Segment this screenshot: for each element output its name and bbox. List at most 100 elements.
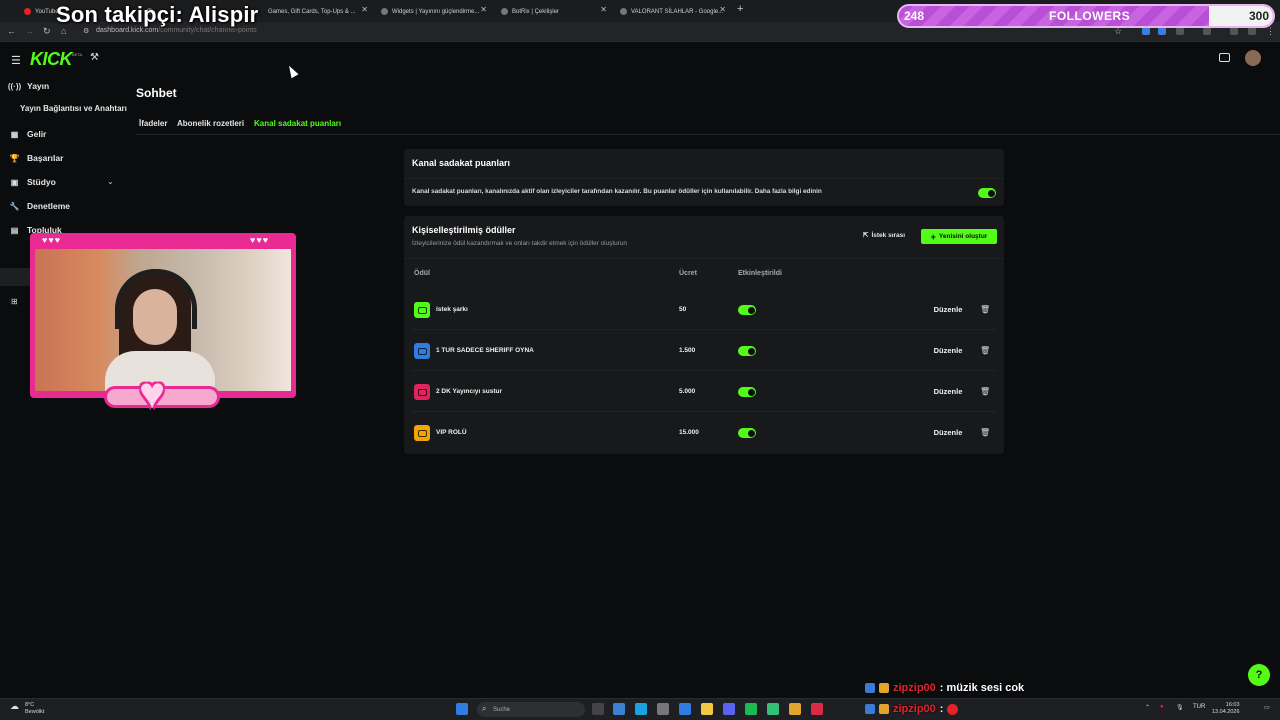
back-icon[interactable]: ← <box>7 26 16 36</box>
tab-label: BotRix | Çekilişler <box>512 8 559 15</box>
chrome-icon[interactable] <box>789 703 801 715</box>
file-explorer-icon[interactable] <box>701 703 713 715</box>
tab-channel-points[interactable]: Kanal sadakat puanları <box>254 119 341 128</box>
sidebar-item-yayin[interactable]: ((·)) Yayın <box>8 81 49 91</box>
new-tab-button[interactable]: + <box>737 3 743 15</box>
creator-tools-icon[interactable]: ⚒ <box>90 52 99 63</box>
taskbar-clock[interactable]: 16:03 13.04.2026 <box>1212 702 1240 716</box>
url-field[interactable]: dashboard.kick.com/community/chat/channe… <box>96 27 257 34</box>
spotify-icon[interactable] <box>745 703 757 715</box>
edit-reward-button[interactable]: Düzenle <box>927 342 969 359</box>
browser-tab[interactable]: Widgets | Yayınını güçlendirme... ✕ <box>375 3 493 20</box>
column-header-cost: Ücret <box>679 270 697 277</box>
button-label: Yenisini oluştur <box>938 233 988 240</box>
trash-icon[interactable]: 🗑 <box>980 346 990 355</box>
avatar[interactable] <box>1245 50 1261 66</box>
chat-emote-icon <box>947 703 959 715</box>
sidebar-item-stream-key[interactable]: Yayın Bağlantısı ve Anahtarı <box>20 104 127 113</box>
taskbar: ☁ 8°C Bewölkt ⌕ Suche ⌃ ● 🎙 TUR 16:03 13… <box>0 698 1280 720</box>
extension-icon[interactable] <box>1158 27 1166 35</box>
request-queue-button[interactable]: ⇱ İstek sırası <box>863 231 906 240</box>
create-reward-button[interactable]: + Yenisini oluştur <box>921 229 997 244</box>
help-chat-button[interactable]: ? <box>1248 664 1270 686</box>
trophy-icon: 🏆 <box>9 153 20 163</box>
sidebar-item-denetleme[interactable]: 🔧 Denetleme <box>10 201 70 211</box>
close-tab-icon[interactable]: ✕ <box>361 5 368 14</box>
language-indicator[interactable]: TUR <box>1193 704 1205 710</box>
profile-icon[interactable] <box>1230 27 1238 35</box>
sidebar-item-icon[interactable]: ⊞ <box>11 297 18 306</box>
app-icon[interactable] <box>613 703 625 715</box>
sidebar-item-studyo[interactable]: ▣ Stüdyo <box>10 177 56 187</box>
tab-emotes[interactable]: İfadeler <box>139 119 167 128</box>
follower-goal-bar: 248 FOLLOWERS 300 <box>897 4 1275 28</box>
reward-enabled-toggle[interactable] <box>738 387 756 397</box>
reward-cost: 1.500 <box>679 347 696 354</box>
table-row: istek şarkı 50 Düzenle 🗑 <box>404 289 1004 330</box>
edit-reward-button[interactable]: Düzenle <box>927 383 969 400</box>
menu-icon[interactable]: ☰ <box>11 54 21 67</box>
loyalty-enabled-toggle[interactable] <box>978 188 996 198</box>
edge-icon[interactable] <box>635 703 647 715</box>
chevron-down-icon[interactable]: ⌄ <box>107 177 114 186</box>
heart-icon: ♥ <box>139 369 166 418</box>
trash-icon[interactable]: 🗑 <box>980 428 990 437</box>
reload-icon[interactable]: ↻ <box>43 26 51 37</box>
studio-icon[interactable] <box>1219 53 1230 62</box>
app-icon[interactable] <box>657 703 669 715</box>
trash-icon[interactable]: 🗑 <box>980 387 990 396</box>
browser-tab[interactable]: Games, Gift Cards, Top-Ups & ... ✕ <box>262 3 374 20</box>
reward-icon <box>414 425 430 441</box>
discord-icon[interactable] <box>723 703 735 715</box>
reward-name: istek şarkı <box>436 306 468 313</box>
notification-icon[interactable]: ▭ <box>1264 704 1270 711</box>
tab-label: Widgets | Yayınını güçlendirme... <box>392 8 480 15</box>
reward-enabled-toggle[interactable] <box>738 305 756 315</box>
task-view-icon[interactable] <box>592 703 604 715</box>
button-label: İstek sırası <box>871 231 906 239</box>
sidebar-item-label: Stüdyo <box>27 177 56 187</box>
close-tab-icon[interactable]: ✕ <box>600 5 607 14</box>
card-title: Kişiselleştirilmiş ödüller <box>412 225 516 235</box>
reward-enabled-toggle[interactable] <box>738 346 756 356</box>
trash-icon[interactable]: 🗑 <box>980 305 990 314</box>
tray-app-icon[interactable]: ● <box>1160 704 1164 710</box>
kick-logo[interactable]: KICK <box>30 49 73 70</box>
download-icon[interactable] <box>1203 27 1211 35</box>
search-icon: ⌕ <box>482 704 487 713</box>
app-icon[interactable] <box>767 703 779 715</box>
microphone-icon[interactable]: 🎙 <box>1176 704 1184 711</box>
browser-tab[interactable]: BotRix | Çekilişler ✕ <box>495 3 613 20</box>
sidebar-item-basarilar[interactable]: 🏆 Başarılar <box>9 153 64 163</box>
reward-cost: 15.000 <box>679 429 699 436</box>
windows-start-icon[interactable] <box>456 703 468 715</box>
mouse-cursor <box>285 63 299 79</box>
edit-reward-button[interactable]: Düzenle <box>927 424 969 441</box>
reward-icon <box>414 343 430 359</box>
tab-subscriber-badges[interactable]: Abonelik rozetleri <box>177 119 244 128</box>
extensions-puzzle-icon[interactable] <box>1176 27 1184 35</box>
valorant-icon[interactable] <box>811 703 823 715</box>
extension-icon[interactable] <box>1248 27 1256 35</box>
forward-icon[interactable]: → <box>25 26 34 36</box>
chat-message: zipzip00 : <box>865 703 959 715</box>
clock-time: 16:03 <box>1225 702 1240 708</box>
weather-widget[interactable]: ☁ 8°C Bewölkt <box>10 702 44 716</box>
browser-tab[interactable]: VALORANT SİLAHLAR - Google... ✕ <box>614 3 732 20</box>
tab-divider <box>136 134 1280 135</box>
site-info-icon[interactable]: ⚙ <box>83 27 89 35</box>
close-tab-icon[interactable]: ✕ <box>719 5 726 14</box>
edit-reward-button[interactable]: Düzenle <box>927 301 969 318</box>
chat-text: : <box>939 703 944 715</box>
close-tab-icon[interactable]: ✕ <box>480 5 487 14</box>
sidebar-item-gelir[interactable]: ▦ Gelir <box>10 129 47 139</box>
community-icon: ▤ <box>10 225 19 235</box>
extension-icon[interactable] <box>1142 27 1150 35</box>
taskbar-search[interactable]: ⌕ Suche <box>477 702 585 717</box>
tray-chevron-icon[interactable]: ⌃ <box>1145 704 1150 711</box>
browser-menu-icon[interactable]: ⋮ <box>1266 26 1275 37</box>
reward-name: 2 DK Yayıncıyı sustur <box>436 388 502 395</box>
divider <box>404 178 1004 179</box>
reward-enabled-toggle[interactable] <box>738 428 756 438</box>
app-icon[interactable] <box>679 703 691 715</box>
